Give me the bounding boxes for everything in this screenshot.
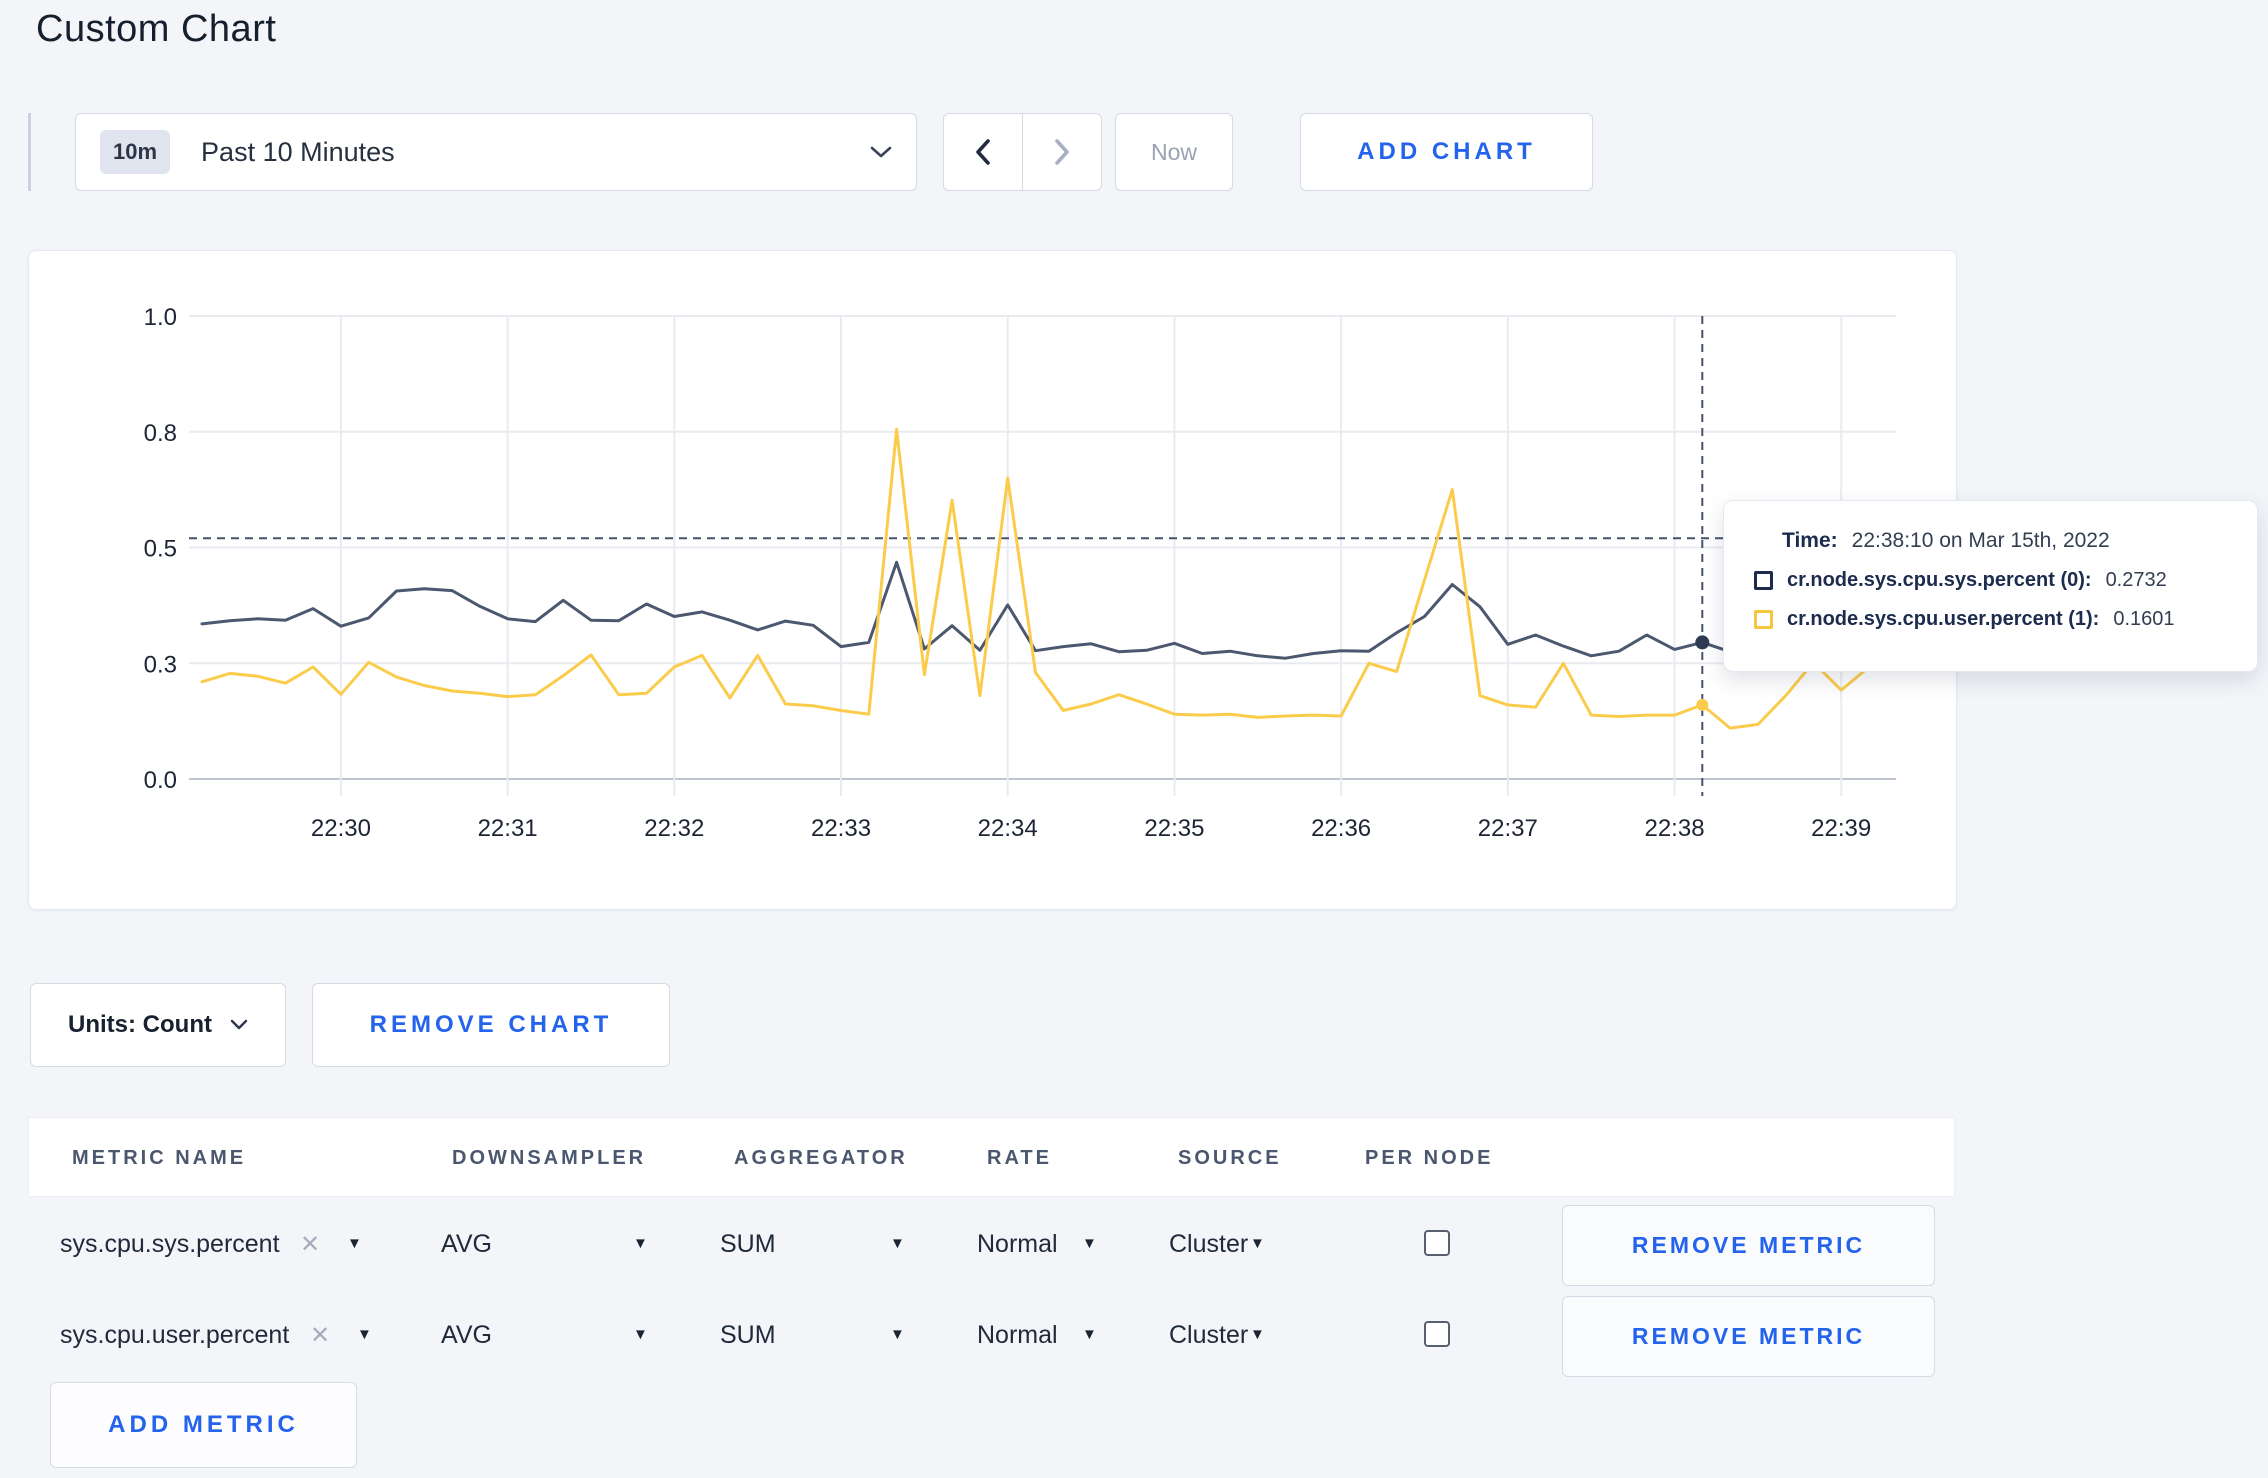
svg-text:22:37: 22:37 (1478, 815, 1538, 842)
metric-caret-icon[interactable]: ▼ (357, 1326, 372, 1343)
tooltip-series-row: cr.node.sys.cpu.sys.percent (0): 0.2732 (1754, 569, 2227, 592)
tooltip-series-label: cr.node.sys.cpu.sys.percent (0): (1787, 569, 2092, 591)
chart-tooltip: Time: 22:38:10 on Mar 15th, 2022 cr.node… (1723, 500, 2258, 672)
units-label: Units: Count (68, 1011, 212, 1038)
range-label: Past 10 Minutes (201, 136, 395, 167)
add-chart-button[interactable]: ADD CHART (1300, 113, 1593, 191)
downsampler-select[interactable]: AVG (441, 1321, 492, 1350)
svg-text:22:30: 22:30 (311, 815, 371, 842)
toolbar-divider (28, 113, 31, 191)
chevron-down-icon (870, 145, 892, 159)
clear-metric-icon[interactable]: ✕ (310, 1321, 330, 1350)
remove-metric-button[interactable]: REMOVE METRIC (1562, 1296, 1935, 1377)
chevron-left-icon (975, 139, 991, 165)
svg-text:0.0: 0.0 (144, 767, 177, 794)
range-badge: 10m (100, 130, 171, 174)
custom-chart-page: Custom Chart 10m Past 10 Minutes Now ADD… (0, 0, 2268, 1478)
downsampler-select[interactable]: AVG (441, 1230, 492, 1259)
column-header-rate: RATE (987, 1147, 1052, 1169)
metrics-line-chart[interactable]: 1.0 0.8 0.5 0.3 0.0 22:30 22:31 22:32 22:33 22:34… (29, 251, 1956, 909)
metric-caret-icon[interactable]: ▼ (347, 1235, 362, 1252)
column-header-per-node: PER NODE (1365, 1147, 1494, 1169)
svg-text:0.8: 0.8 (144, 420, 177, 447)
user-series-swatch-icon (1754, 610, 1773, 629)
svg-text:22:34: 22:34 (978, 815, 1038, 842)
tooltip-time-label: Time: (1782, 529, 1838, 552)
per-node-checkbox[interactable] (1424, 1230, 1450, 1256)
aggregator-select[interactable]: SUM (720, 1321, 776, 1350)
source-select[interactable]: Cluster (1169, 1230, 1248, 1259)
rate-caret-icon[interactable]: ▼ (1082, 1235, 1097, 1252)
svg-text:22:35: 22:35 (1144, 815, 1204, 842)
downsampler-caret-icon[interactable]: ▼ (633, 1326, 648, 1343)
tooltip-series-row: cr.node.sys.cpu.user.percent (1): 0.1601 (1754, 608, 2227, 631)
prev-range-button[interactable] (944, 114, 1022, 190)
svg-text:0.5: 0.5 (144, 536, 177, 563)
tooltip-time-row: Time: 22:38:10 on Mar 15th, 2022 (1782, 529, 2227, 553)
svg-text:22:31: 22:31 (478, 815, 538, 842)
column-header-metric-name: METRIC NAME (72, 1147, 247, 1169)
aggregator-caret-icon[interactable]: ▼ (890, 1235, 905, 1252)
tooltip-time-value: 22:38:10 on Mar 15th, 2022 (1851, 529, 2110, 552)
svg-text:22:33: 22:33 (811, 815, 871, 842)
tooltip-series-value: 0.1601 (2113, 608, 2175, 630)
chevron-down-icon (230, 1019, 248, 1031)
source-caret-icon[interactable]: ▼ (1250, 1326, 1265, 1343)
chart-card: 1.0 0.8 0.5 0.3 0.0 22:30 22:31 22:32 22:33 22:34… (28, 250, 1957, 910)
rate-caret-icon[interactable]: ▼ (1082, 1326, 1097, 1343)
units-dropdown[interactable]: Units: Count (30, 983, 286, 1067)
tooltip-series-value: 0.2732 (2105, 569, 2167, 591)
column-header-source: SOURCE (1178, 1147, 1282, 1169)
metrics-table-header: METRIC NAME DOWNSAMPLER AGGREGATOR RATE … (28, 1117, 1955, 1197)
svg-text:22:32: 22:32 (644, 815, 704, 842)
metric-name-select[interactable]: sys.cpu.user.percent (60, 1321, 289, 1350)
metric-name-select[interactable]: sys.cpu.sys.percent (60, 1230, 280, 1259)
remove-metric-button[interactable]: REMOVE METRIC (1562, 1205, 1935, 1286)
sys-series-swatch-icon (1754, 571, 1773, 590)
per-node-checkbox[interactable] (1424, 1321, 1450, 1347)
svg-text:22:36: 22:36 (1311, 815, 1371, 842)
now-button[interactable]: Now (1115, 113, 1233, 191)
tooltip-series-label: cr.node.sys.cpu.user.percent (1): (1787, 608, 2100, 630)
svg-text:22:39: 22:39 (1811, 815, 1871, 842)
source-select[interactable]: Cluster (1169, 1321, 1248, 1350)
add-metric-button[interactable]: ADD METRIC (50, 1382, 357, 1468)
rate-select[interactable]: Normal (977, 1321, 1058, 1350)
column-header-aggregator: AGGREGATOR (734, 1147, 908, 1169)
downsampler-caret-icon[interactable]: ▼ (633, 1235, 648, 1252)
source-caret-icon[interactable]: ▼ (1250, 1235, 1265, 1252)
rate-select[interactable]: Normal (977, 1230, 1058, 1259)
next-range-button[interactable] (1023, 114, 1101, 190)
remove-chart-button[interactable]: REMOVE CHART (312, 983, 670, 1067)
page-title: Custom Chart (36, 8, 277, 50)
svg-text:22:38: 22:38 (1644, 815, 1704, 842)
svg-text:0.3: 0.3 (144, 651, 177, 678)
metric-row: sys.cpu.sys.percent ✕ ▼ AVG ▼ SUM ▼ Norm… (0, 1205, 2268, 1286)
aggregator-select[interactable]: SUM (720, 1230, 776, 1259)
time-range-selector[interactable]: 10m Past 10 Minutes (75, 113, 917, 191)
aggregator-caret-icon[interactable]: ▼ (890, 1326, 905, 1343)
time-pager (943, 113, 1102, 191)
chevron-right-icon (1054, 139, 1070, 165)
clear-metric-icon[interactable]: ✕ (300, 1230, 320, 1259)
svg-text:1.0: 1.0 (144, 304, 177, 331)
metric-row: sys.cpu.user.percent ✕ ▼ AVG ▼ SUM ▼ Nor… (0, 1296, 2268, 1377)
column-header-downsampler: DOWNSAMPLER (452, 1147, 647, 1169)
